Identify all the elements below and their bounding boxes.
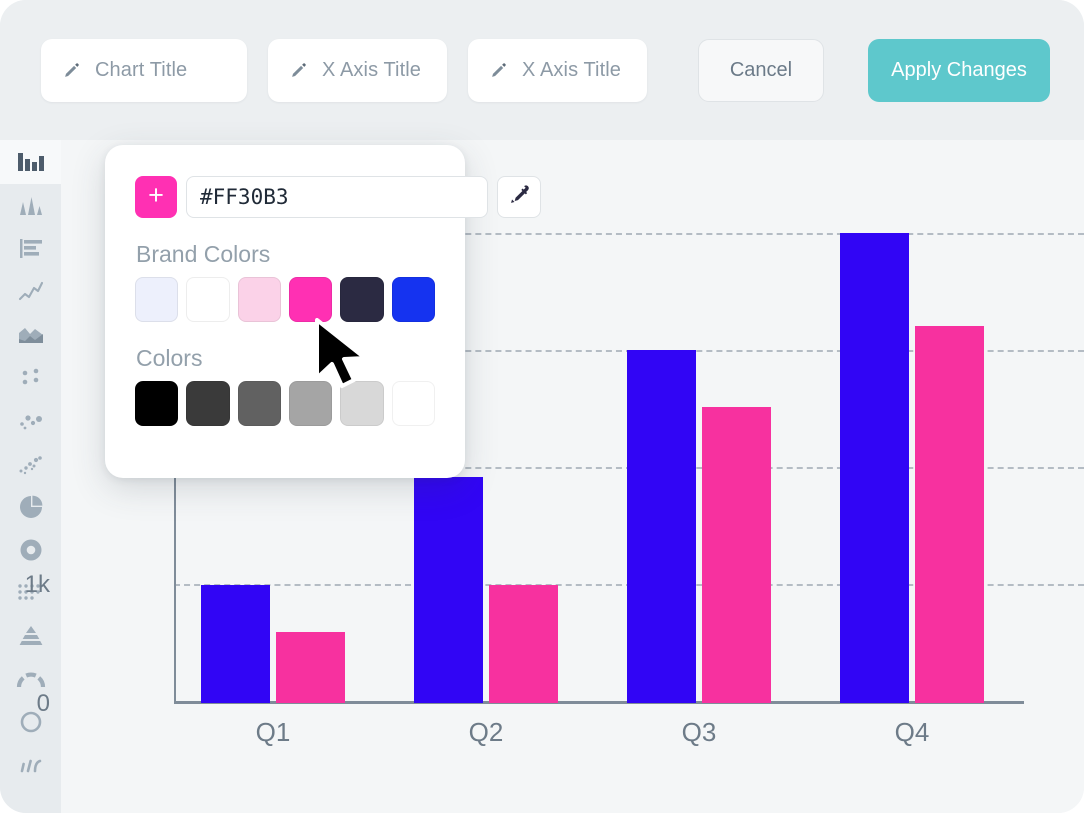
bubble-chart-icon	[17, 452, 45, 476]
sidebar-item-bar-chart[interactable]	[0, 140, 61, 184]
area-chart-icon	[17, 323, 45, 347]
brand-swatch-5[interactable]	[340, 277, 384, 322]
bar-q2-series2[interactable]	[489, 585, 558, 703]
brand-swatch-1[interactable]	[135, 277, 179, 322]
cancel-button[interactable]: Cancel	[698, 38, 824, 102]
color-picker-popover: + Brand Colors Colors	[105, 145, 541, 478]
sidebar-item-horizontal-bar-chart[interactable]	[0, 227, 61, 270]
sidebar-item-sparkline-chart[interactable]	[0, 743, 61, 786]
chart-editor-window: Chart Title X Axis Title X Axis Title Ca…	[0, 0, 1084, 813]
sidebar-item-area-chart[interactable]	[0, 313, 61, 356]
brand-swatch-2[interactable]	[186, 277, 230, 322]
color-swatch-1[interactable]	[135, 381, 179, 426]
colors-row	[135, 381, 435, 426]
brand-swatch-4[interactable]	[288, 277, 333, 322]
pencil-icon	[63, 62, 80, 79]
line-chart-icon	[17, 280, 45, 304]
sidebar-item-bubble-chart[interactable]	[0, 442, 61, 485]
donut-chart-icon	[17, 537, 45, 563]
sparkline-chart-icon	[16, 755, 46, 775]
bar-q2-series1[interactable]	[414, 477, 483, 703]
color-swatch-5[interactable]	[340, 381, 384, 426]
sidebar-item-pie-chart[interactable]	[0, 485, 61, 528]
eyedropper-button[interactable]	[497, 176, 541, 218]
pyramid-chart-icon	[16, 624, 46, 648]
brand-colors-row	[135, 277, 435, 322]
x-tick-label-q4: Q4	[894, 717, 930, 747]
add-color-swatch-button[interactable]: +	[135, 176, 177, 218]
x-axis-title-field-1[interactable]: X Axis Title	[268, 38, 447, 102]
chart-title-field[interactable]: Chart Title	[41, 38, 247, 102]
brand-colors-label: Brand Colors	[136, 241, 271, 267]
horizontal-bar-chart-icon	[17, 237, 45, 261]
color-swatch-4[interactable]	[288, 381, 333, 426]
y-tick-label-1k: 1k	[24, 571, 50, 598]
apply-changes-button[interactable]: Apply Changes	[868, 38, 1050, 102]
sidebar-item-dot-plot[interactable]	[0, 356, 61, 399]
plus-icon: +	[148, 179, 164, 210]
color-swatch-2[interactable]	[186, 381, 230, 426]
column-spike-chart-icon	[17, 194, 45, 218]
x-tick-label-q1: Q1	[255, 717, 291, 747]
x-axis-title-field-2[interactable]: X Axis Title	[468, 38, 647, 102]
color-swatch-3[interactable]	[237, 381, 281, 426]
bar-q3-series1[interactable]	[627, 350, 696, 703]
eyedropper-icon	[508, 183, 531, 211]
top-toolbar: Chart Title X Axis Title X Axis Title Ca…	[0, 0, 1084, 140]
bar-q1-series1[interactable]	[201, 585, 270, 703]
x-tick-label-q3: Q3	[681, 717, 717, 747]
bar-chart-icon	[17, 150, 45, 174]
pie-chart-icon	[17, 494, 45, 520]
sidebar-item-column-spike-chart[interactable]	[0, 184, 61, 227]
bar-q4-series2[interactable]	[915, 326, 984, 703]
color-swatch-6[interactable]	[391, 381, 435, 426]
sidebar-item-scatter-plot[interactable]	[0, 399, 61, 442]
bar-q1-series2[interactable]	[276, 632, 345, 703]
x-tick-label-q2: Q2	[468, 717, 504, 747]
dot-plot-icon	[17, 366, 45, 390]
pencil-icon	[490, 62, 507, 79]
sidebar-item-line-chart[interactable]	[0, 270, 61, 313]
bar-q3-series2[interactable]	[702, 407, 771, 703]
y-tick-label-0: 0	[36, 690, 50, 717]
brand-swatch-3[interactable]	[237, 277, 281, 322]
scatter-plot-icon	[17, 409, 45, 433]
color-input-row: +	[135, 176, 541, 218]
sidebar-item-pyramid-chart[interactable]	[0, 614, 61, 657]
x-axis-title-label-1: X Axis Title	[322, 58, 422, 81]
brand-swatch-6[interactable]	[391, 277, 435, 322]
chart-title-label: Chart Title	[95, 58, 188, 81]
gauge-chart-icon	[16, 668, 46, 690]
x-axis-title-label-2: X Axis Title	[522, 58, 622, 81]
colors-label: Colors	[136, 345, 203, 371]
hex-color-input[interactable]	[186, 176, 488, 218]
bar-q4-series1[interactable]	[840, 233, 909, 703]
sidebar-item-donut-chart[interactable]	[0, 528, 61, 571]
pencil-icon	[290, 62, 307, 79]
